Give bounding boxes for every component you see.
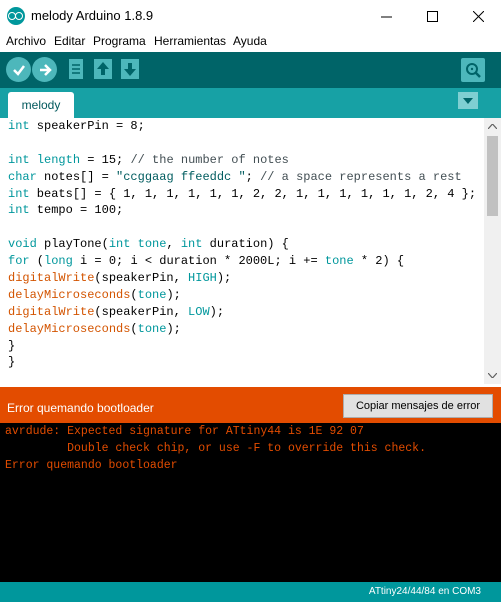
- tab-menu-button[interactable]: [458, 92, 478, 109]
- menu-herramientas[interactable]: Herramientas: [154, 34, 226, 48]
- menu-bar: Archivo Editar Programa Herramientas Ayu…: [0, 32, 501, 52]
- editor-scrollbar[interactable]: [484, 118, 501, 384]
- copy-errors-button[interactable]: Copiar mensajes de error: [343, 394, 493, 418]
- scroll-up-button[interactable]: [484, 118, 501, 135]
- verify-button[interactable]: [6, 57, 31, 82]
- scroll-thumb[interactable]: [487, 136, 498, 216]
- serial-monitor-icon: [466, 63, 481, 78]
- close-icon: [472, 10, 484, 22]
- verify-icon: [12, 64, 25, 76]
- code-line: digitalWrite(speakerPin, HIGH);: [8, 271, 232, 286]
- tab-bar: melody: [0, 88, 501, 118]
- code-line: int length = 15; // the number of notes: [8, 152, 289, 167]
- new-button[interactable]: [64, 57, 88, 81]
- minimize-icon: [380, 16, 392, 17]
- window-title: melody Arduino 1.8.9: [31, 8, 154, 23]
- code-line: delayMicroseconds(tone);: [8, 287, 181, 302]
- menu-archivo[interactable]: Archivo: [6, 34, 46, 48]
- title-bar: melody Arduino 1.8.9: [0, 0, 501, 33]
- status-bar: Error quemando bootloader Copiar mensaje…: [0, 387, 501, 423]
- tab-menu-icon: [463, 97, 473, 104]
- open-icon: [94, 59, 112, 79]
- board-status-bar: ATtiny24/44/84 en COM3: [0, 582, 501, 602]
- menu-ayuda[interactable]: Ayuda: [233, 34, 267, 48]
- code-line: digitalWrite(speakerPin, LOW);: [8, 304, 225, 319]
- chevron-up-icon: [488, 124, 497, 129]
- chevron-down-icon: [488, 373, 497, 378]
- scroll-down-button[interactable]: [484, 367, 501, 384]
- console-line: Error quemando bootloader: [5, 459, 178, 472]
- toolbar: [0, 52, 501, 88]
- code-line: }: [8, 338, 16, 353]
- console-line: avrdude: Expected signature for ATtiny44…: [5, 425, 364, 438]
- menu-editar[interactable]: Editar: [54, 34, 85, 48]
- code-line: for (long i = 0; i < duration * 2000L; i…: [8, 254, 405, 269]
- save-button[interactable]: [118, 57, 142, 81]
- code-line: delayMicroseconds(tone);: [8, 321, 181, 336]
- board-info: ATtiny24/44/84 en COM3: [368, 586, 481, 597]
- maximize-button[interactable]: [409, 0, 455, 32]
- menu-programa[interactable]: Programa: [93, 34, 146, 48]
- code-line: int tempo = 100;: [8, 203, 124, 218]
- code-line: void playTone(int tone, int duration) {: [8, 237, 289, 252]
- save-icon: [121, 59, 139, 79]
- code-line: int speakerPin = 8;: [8, 119, 145, 133]
- serial-monitor-button[interactable]: [461, 58, 485, 82]
- minimize-button[interactable]: [363, 0, 409, 32]
- code-line: char notes[] = "ccggaag ffeeddc "; // a …: [8, 169, 462, 184]
- console-output[interactable]: avrdude: Expected signature for ATtiny44…: [0, 423, 501, 582]
- code-editor[interactable]: int speakerPin = 8; int length = 15; // …: [0, 118, 484, 384]
- tab-melody[interactable]: melody: [8, 92, 74, 118]
- close-button[interactable]: [455, 0, 501, 32]
- status-message: Error quemando bootloader: [7, 401, 154, 415]
- maximize-icon: [426, 10, 438, 22]
- upload-button[interactable]: [32, 57, 57, 82]
- console-line: Double check chip, or use -F to override…: [5, 442, 426, 455]
- new-icon: [69, 59, 83, 79]
- code-line: int beats[] = { 1, 1, 1, 1, 1, 1, 2, 2, …: [8, 186, 477, 201]
- arduino-logo-icon: [7, 7, 25, 25]
- upload-icon: [39, 63, 52, 76]
- open-button[interactable]: [91, 57, 115, 81]
- code-line: }: [8, 355, 16, 370]
